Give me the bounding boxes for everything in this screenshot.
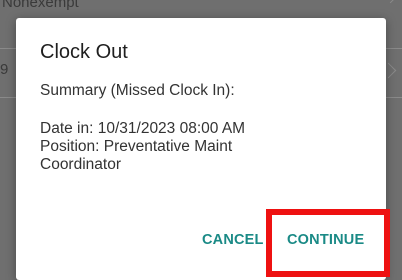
position-text: Position: Preventative Maint — [40, 138, 233, 155]
dialog-actions: CANCEL CONTINUE — [16, 232, 386, 252]
clock-out-dialog: Clock Out Summary (Missed Clock In): Dat… — [16, 18, 386, 280]
continue-button[interactable]: CONTINUE — [287, 232, 364, 248]
date-in-text: Date in: 10/31/2023 08:00 AM — [40, 120, 246, 137]
cancel-button[interactable]: CANCEL — [202, 232, 264, 248]
position-text-continued: Coordinator — [40, 156, 121, 173]
background-row-label: Nonexempt — [2, 0, 79, 11]
background-row-label: 9 — [0, 61, 9, 78]
background-row-employment-type: Nonexempt — [0, 0, 402, 16]
dialog-title: Clock Out — [40, 41, 128, 63]
dialog-body: Summary (Missed Clock In): Date in: 10/3… — [40, 82, 370, 174]
chevron-right-icon — [382, 0, 399, 4]
summary-text: Summary (Missed Clock In): — [40, 82, 235, 99]
